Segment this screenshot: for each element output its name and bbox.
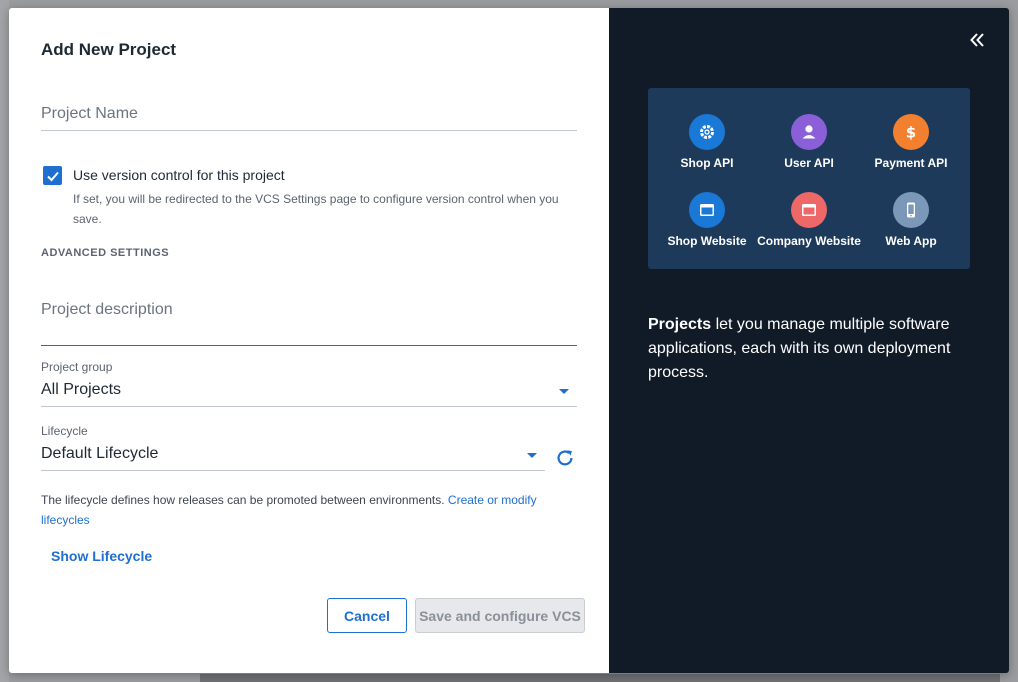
- project-name: Company Website: [757, 234, 861, 248]
- lifecycle-help-text: The lifecycle defines how releases can b…: [41, 490, 581, 530]
- vcs-checkbox[interactable]: [43, 166, 62, 185]
- project-name-placeholder: Project Name: [41, 105, 138, 122]
- icon-circle: [689, 114, 725, 150]
- example-project-shop-website: Shop Website: [652, 192, 762, 248]
- example-project-shop-api: Shop API: [652, 114, 762, 170]
- cancel-button[interactable]: Cancel: [327, 598, 407, 633]
- background-sidebar: [0, 0, 9, 682]
- check-icon: [46, 171, 59, 181]
- project-name: Web App: [885, 234, 937, 248]
- icon-circle: $: [893, 114, 929, 150]
- vcs-help-text: If set, you will be redirected to the VC…: [73, 192, 559, 226]
- project-group-label: Project group: [41, 360, 113, 374]
- browser-icon: [700, 204, 714, 216]
- project-name: Shop Website: [667, 234, 747, 248]
- gear-icon: [700, 125, 714, 139]
- icon-circle: [893, 192, 929, 228]
- icon-circle: [791, 114, 827, 150]
- icon-circle: [689, 192, 725, 228]
- caret-down-icon: [527, 453, 537, 458]
- project-group-value: All Projects: [41, 381, 122, 398]
- mobile-icon: [907, 202, 915, 218]
- example-project-payment-api: $ Payment API: [856, 114, 966, 170]
- projects-strong: Projects: [648, 316, 712, 333]
- user-icon: [802, 125, 816, 139]
- example-project-web-app: Web App: [856, 192, 966, 248]
- project-description-placeholder: Project description: [41, 301, 173, 318]
- add-project-dialog: Add New Project Project Name Use version…: [9, 8, 1009, 673]
- browser-icon: [802, 204, 816, 216]
- show-lifecycle-link[interactable]: Show Lifecycle: [51, 548, 152, 564]
- example-project-user-api: User API: [754, 114, 864, 170]
- projects-description: Projects let you manage multiple softwar…: [648, 313, 978, 385]
- dollar-icon: $: [906, 124, 916, 142]
- project-name: Payment API: [874, 156, 948, 170]
- lifecycle-select: Lifecycle Default Lifecycle: [41, 424, 545, 471]
- project-group-select: Project group All Projects: [41, 360, 577, 407]
- background-footer: [200, 674, 1000, 682]
- dialog-form-panel: Add New Project Project Name Use version…: [9, 8, 609, 673]
- project-examples-card: Shop API User API $ Payment API Shop Web…: [648, 88, 970, 269]
- lifecycle-value: Default Lifecycle: [41, 445, 159, 462]
- vcs-checkbox-label[interactable]: Use version control for this project: [73, 167, 285, 183]
- project-name: User API: [784, 156, 834, 170]
- project-group-dropdown[interactable]: All Projects: [41, 381, 577, 407]
- advanced-settings-heading: ADVANCED SETTINGS: [41, 247, 170, 259]
- caret-down-icon: [559, 389, 569, 394]
- double-chevron-left-icon[interactable]: [967, 30, 987, 50]
- lifecycle-dropdown[interactable]: Default Lifecycle: [41, 445, 545, 471]
- dialog-title: Add New Project: [41, 40, 177, 59]
- svg-text:$: $: [906, 124, 916, 142]
- project-description-input[interactable]: Project description: [41, 301, 577, 346]
- project-name-input[interactable]: Project Name: [41, 105, 577, 131]
- icon-circle: [791, 192, 827, 228]
- project-name: Shop API: [680, 156, 734, 170]
- example-project-company-website: Company Website: [754, 192, 864, 248]
- lifecycle-label: Lifecycle: [41, 424, 88, 438]
- save-configure-vcs-button[interactable]: Save and configure VCS: [415, 598, 585, 633]
- refresh-icon[interactable]: [554, 447, 576, 469]
- info-panel: Shop API User API $ Payment API Shop Web…: [609, 8, 1009, 673]
- lifecycle-help-body: The lifecycle defines how releases can b…: [41, 493, 448, 507]
